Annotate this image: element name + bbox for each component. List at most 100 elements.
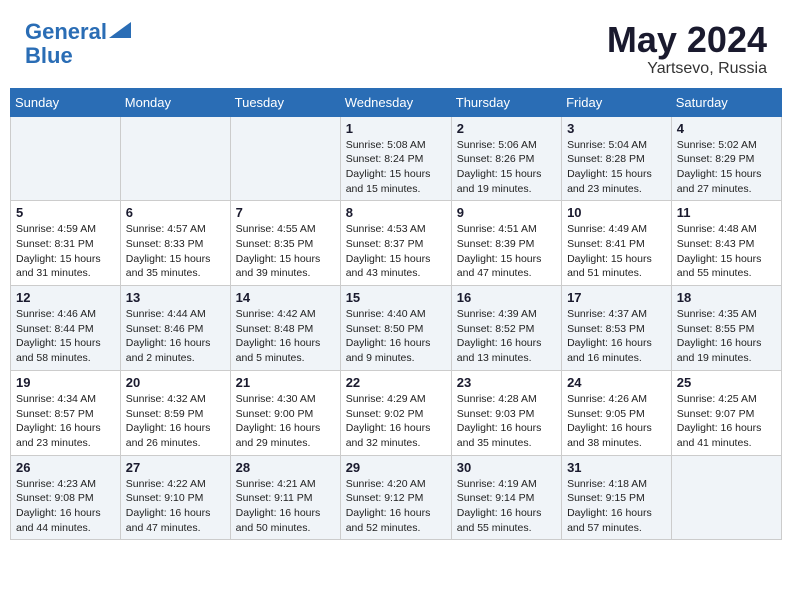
day-number: 25	[677, 375, 776, 390]
day-number: 6	[126, 205, 225, 220]
day-info: Sunrise: 4:26 AMSunset: 9:05 PMDaylight:…	[567, 392, 666, 451]
day-number: 5	[16, 205, 115, 220]
day-cell	[11, 116, 121, 201]
week-row-3: 12 Sunrise: 4:46 AMSunset: 8:44 PMDayligh…	[11, 286, 782, 371]
day-info: Sunrise: 4:37 AMSunset: 8:53 PMDaylight:…	[567, 307, 666, 366]
day-number: 9	[457, 205, 556, 220]
day-cell: 23Sunrise: 4:28 AMSunset: 9:03 PMDayligh…	[451, 370, 561, 455]
day-info: Sunrise: 4:49 AMSunset: 8:41 PMDaylight:…	[567, 222, 666, 281]
day-cell: 22 Sunrise: 4:29 AMSunset: 9:02 PMDayligh…	[340, 370, 451, 455]
day-info: Sunrise: 4:53 AMSunset: 8:37 PMDaylight:…	[346, 222, 446, 281]
week-row-4: 19 Sunrise: 4:34 AMSunset: 8:57 PMDayligh…	[11, 370, 782, 455]
day-info: Sunrise: 4:25 AMSunset: 9:07 PMDaylight:…	[677, 392, 776, 451]
day-cell: 26 Sunrise: 4:23 AMSunset: 9:08 PMDayligh…	[11, 455, 121, 540]
location-title: Yartsevo, Russia	[607, 60, 767, 78]
day-number: 29	[346, 460, 446, 475]
day-cell	[230, 116, 340, 201]
day-info: Sunrise: 4:42 AMSunset: 8:48 PMDaylight:…	[236, 307, 335, 366]
weekday-header-row: SundayMondayTuesdayWednesdayThursdayFrid…	[11, 88, 782, 116]
calendar-table: SundayMondayTuesdayWednesdayThursdayFrid…	[10, 88, 782, 541]
day-number: 19	[16, 375, 115, 390]
day-number: 21	[236, 375, 335, 390]
day-cell: 10 Sunrise: 4:49 AMSunset: 8:41 PMDayligh…	[562, 201, 672, 286]
day-info: Sunrise: 4:32 AMSunset: 8:59 PMDaylight:…	[126, 392, 225, 451]
day-cell: 17 Sunrise: 4:37 AMSunset: 8:53 PMDayligh…	[562, 286, 672, 371]
day-number: 26	[16, 460, 115, 475]
day-number: 22	[346, 375, 446, 390]
day-number: 1	[346, 121, 446, 136]
day-cell: 7 Sunrise: 4:55 AMSunset: 8:35 PMDaylight…	[230, 201, 340, 286]
day-info: Sunrise: 4:23 AMSunset: 9:08 PMDaylight:…	[16, 477, 115, 536]
weekday-header-saturday: Saturday	[671, 88, 781, 116]
day-cell: 18 Sunrise: 4:35 AMSunset: 8:55 PMDayligh…	[671, 286, 781, 371]
logo-general: General	[25, 19, 107, 44]
day-number: 20	[126, 375, 225, 390]
day-info: Sunrise: 4:39 AMSunset: 8:52 PMDaylight:…	[457, 307, 556, 366]
day-cell: 8 Sunrise: 4:53 AMSunset: 8:37 PMDaylight…	[340, 201, 451, 286]
day-cell: 14 Sunrise: 4:42 AMSunset: 8:48 PMDayligh…	[230, 286, 340, 371]
day-info: Sunrise: 4:48 AMSunset: 8:43 PMDaylight:…	[677, 222, 776, 281]
day-number: 15	[346, 290, 446, 305]
day-cell: 5Sunrise: 4:59 AMSunset: 8:31 PMDaylight…	[11, 201, 121, 286]
day-info: Sunrise: 4:19 AMSunset: 9:14 PMDaylight:…	[457, 477, 556, 536]
day-cell: 24Sunrise: 4:26 AMSunset: 9:05 PMDayligh…	[562, 370, 672, 455]
day-number: 18	[677, 290, 776, 305]
title-block: May 2024 Yartsevo, Russia	[607, 20, 767, 78]
day-info: Sunrise: 4:29 AMSunset: 9:02 PMDaylight:…	[346, 392, 446, 451]
day-info: Sunrise: 5:08 AMSunset: 8:24 PMDaylight:…	[346, 138, 446, 197]
day-cell: 21 Sunrise: 4:30 AMSunset: 9:00 PMDayligh…	[230, 370, 340, 455]
weekday-header-monday: Monday	[120, 88, 230, 116]
day-number: 17	[567, 290, 666, 305]
day-info: Sunrise: 4:55 AMSunset: 8:35 PMDaylight:…	[236, 222, 335, 281]
day-cell: 9 Sunrise: 4:51 AMSunset: 8:39 PMDaylight…	[451, 201, 561, 286]
day-cell: 31Sunrise: 4:18 AMSunset: 9:15 PMDayligh…	[562, 455, 672, 540]
day-number: 4	[677, 121, 776, 136]
month-title: May 2024	[607, 20, 767, 60]
day-number: 23	[457, 375, 556, 390]
day-cell: 27Sunrise: 4:22 AMSunset: 9:10 PMDayligh…	[120, 455, 230, 540]
page-header: General Blue May 2024 Yartsevo, Russia	[10, 10, 782, 83]
week-row-1: 1 Sunrise: 5:08 AMSunset: 8:24 PMDaylight…	[11, 116, 782, 201]
day-info: Sunrise: 4:46 AMSunset: 8:44 PMDaylight:…	[16, 307, 115, 366]
day-info: Sunrise: 4:35 AMSunset: 8:55 PMDaylight:…	[677, 307, 776, 366]
weekday-header-wednesday: Wednesday	[340, 88, 451, 116]
day-info: Sunrise: 4:51 AMSunset: 8:39 PMDaylight:…	[457, 222, 556, 281]
day-info: Sunrise: 4:20 AMSunset: 9:12 PMDaylight:…	[346, 477, 446, 536]
day-number: 12	[16, 290, 115, 305]
day-cell: 3Sunrise: 5:04 AMSunset: 8:28 PMDaylight…	[562, 116, 672, 201]
day-info: Sunrise: 5:04 AMSunset: 8:28 PMDaylight:…	[567, 138, 666, 197]
day-info: Sunrise: 4:44 AMSunset: 8:46 PMDaylight:…	[126, 307, 225, 366]
day-number: 11	[677, 205, 776, 220]
day-number: 30	[457, 460, 556, 475]
day-number: 8	[346, 205, 446, 220]
week-row-5: 26 Sunrise: 4:23 AMSunset: 9:08 PMDayligh…	[11, 455, 782, 540]
day-cell: 25 Sunrise: 4:25 AMSunset: 9:07 PMDayligh…	[671, 370, 781, 455]
day-cell: 2 Sunrise: 5:06 AMSunset: 8:26 PMDaylight…	[451, 116, 561, 201]
day-cell	[671, 455, 781, 540]
day-number: 2	[457, 121, 556, 136]
day-info: Sunrise: 4:34 AMSunset: 8:57 PMDaylight:…	[16, 392, 115, 451]
logo-text: General	[25, 20, 107, 44]
day-info: Sunrise: 4:30 AMSunset: 9:00 PMDaylight:…	[236, 392, 335, 451]
day-info: Sunrise: 4:21 AMSunset: 9:11 PMDaylight:…	[236, 477, 335, 536]
day-cell: 4 Sunrise: 5:02 AMSunset: 8:29 PMDaylight…	[671, 116, 781, 201]
day-info: Sunrise: 4:18 AMSunset: 9:15 PMDaylight:…	[567, 477, 666, 536]
day-cell: 30 Sunrise: 4:19 AMSunset: 9:14 PMDayligh…	[451, 455, 561, 540]
day-info: Sunrise: 5:06 AMSunset: 8:26 PMDaylight:…	[457, 138, 556, 197]
day-cell: 20 Sunrise: 4:32 AMSunset: 8:59 PMDayligh…	[120, 370, 230, 455]
day-cell: 6Sunrise: 4:57 AMSunset: 8:33 PMDaylight…	[120, 201, 230, 286]
day-info: Sunrise: 5:02 AMSunset: 8:29 PMDaylight:…	[677, 138, 776, 197]
day-number: 28	[236, 460, 335, 475]
day-number: 14	[236, 290, 335, 305]
logo: General Blue	[25, 20, 131, 68]
day-cell: 29 Sunrise: 4:20 AMSunset: 9:12 PMDayligh…	[340, 455, 451, 540]
weekday-header-sunday: Sunday	[11, 88, 121, 116]
day-number: 7	[236, 205, 335, 220]
day-cell: 28 Sunrise: 4:21 AMSunset: 9:11 PMDayligh…	[230, 455, 340, 540]
logo-icon	[109, 22, 131, 38]
day-number: 10	[567, 205, 666, 220]
logo-blue: Blue	[25, 44, 73, 68]
day-cell: 16 Sunrise: 4:39 AMSunset: 8:52 PMDayligh…	[451, 286, 561, 371]
week-row-2: 5Sunrise: 4:59 AMSunset: 8:31 PMDaylight…	[11, 201, 782, 286]
day-number: 16	[457, 290, 556, 305]
